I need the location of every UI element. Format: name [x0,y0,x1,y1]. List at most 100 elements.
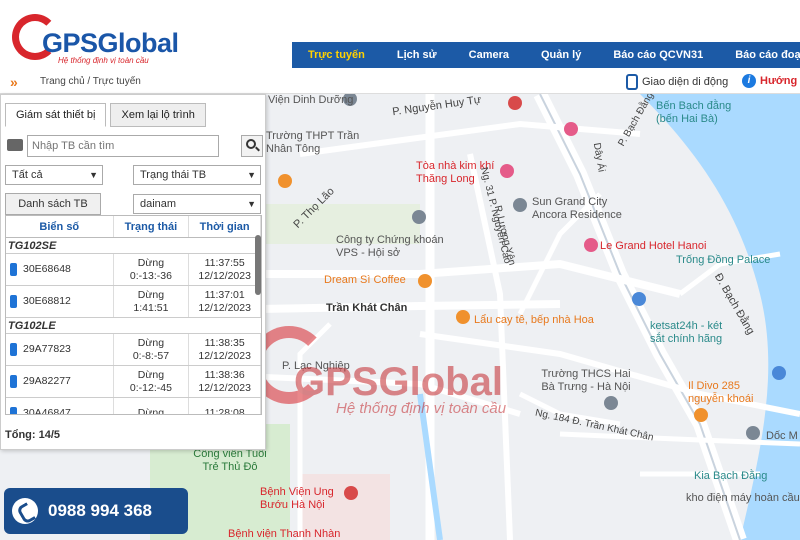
guide-link[interactable]: i Hướng [742,74,797,88]
map-label: P. Lạc Nghiệp [282,360,350,372]
plate-number: 30A46847 [23,407,71,415]
map-label: Bệnh Viện Ung Bướu Hà Nội [260,486,334,511]
map-pin-icon[interactable] [746,426,760,440]
time-text: 11:28:08 [204,407,245,415]
tab-route-replay[interactable]: Xem lại lộ trình [110,103,206,127]
column-header-plate[interactable]: Biển số [6,216,114,237]
column-header-status[interactable]: Trạng thái [114,216,190,237]
car-icon [7,139,23,151]
restaurant-icon[interactable] [278,174,292,188]
breadcrumb-bar: » Trang chủ / Trực tuyến Giao diện di độ… [0,70,800,94]
nav-report-qcvn31[interactable]: Báo cáo QCVN31 [597,42,719,68]
map-label: ketsat24h - két sắt chính hãng [650,320,723,345]
map-label: Sun Grand City Ancora Residence [532,196,622,221]
map-label: Dốc M [766,430,798,442]
time-text: 11:38:36 [204,368,245,381]
map-label: Dream Sì Coffee [324,274,406,286]
status-filter-value: Trạng thái TB [140,169,207,181]
guide-label: Hướng [760,75,798,87]
phone-icon [12,498,38,524]
column-header-time[interactable]: Thời gian [189,216,261,237]
status-text: Dừng [137,336,165,349]
truck-icon [10,295,17,308]
status-duration: 0:-12:-45 [129,381,172,394]
date-text: 12/12/2023 [198,269,251,282]
gpsglobal-logo[interactable]: GPSGlobal Hệ thống định vị toàn cầu [12,6,179,66]
map-label: kho điện máy hoàn cầu [686,492,800,504]
device-table: Biển số Trạng thái Thời gian TG102SE 30E… [5,215,262,415]
tab-device-monitoring[interactable]: Giám sát thiết bị [5,103,107,127]
map-label: Viện Dinh Dưỡng [268,94,354,106]
device-monitor-panel: Giám sát thiết bị Xem lại lộ trình Tất c… [0,94,266,450]
status-text: Dừng [137,368,165,381]
account-select[interactable]: dainam ▼ [133,194,261,214]
nav-report-segment[interactable]: Báo cáo đoạ [719,42,800,68]
school-icon[interactable] [604,396,618,410]
nav-management[interactable]: Quản lý [525,42,597,68]
nav-camera[interactable]: Camera [453,42,525,68]
shop-icon[interactable] [632,292,646,306]
table-row[interactable]: 29A77823 Dừng 0:-8:-57 11:38:35 12/12/2023 [6,334,261,366]
map-pin-icon[interactable] [412,210,426,224]
device-search-row [5,135,263,157]
table-row[interactable]: 29A82277 Dừng 0:-12:-45 11:38:36 12/12/202… [6,366,261,398]
search-button[interactable] [241,135,263,157]
group-filter-value: Tất cả [12,169,43,181]
time-text: 11:37:01 [204,288,245,301]
restaurant-icon[interactable] [694,408,708,422]
cafe-icon[interactable] [418,274,432,288]
mobile-ui-label: Giao diện di động [642,76,729,88]
table-header: Biển số Trạng thái Thời gian [6,216,261,238]
shop-icon[interactable] [772,366,786,380]
time-text: 11:37:55 [204,256,245,269]
map-label: Công ty Chứng khoán VPS - Hội sở [336,234,444,259]
restaurant-icon[interactable] [456,310,470,324]
group-filter-select[interactable]: Tất cả ▼ [5,165,103,185]
device-group-header[interactable]: TG102LE [6,318,261,334]
map-label: Trường THCS Hai Bà Trưng - Hà Nội [541,368,631,393]
chevron-down-icon: ▼ [247,170,256,180]
table-row[interactable]: 30E68648 Dừng 0:-13:-36 11:37:55 12/12/202… [6,254,261,286]
hotline-banner[interactable]: 0988 994 368 [4,488,188,534]
logo-tagline: Hệ thống định vị toàn cầu [58,56,149,65]
map-label: Kia Bạch Đằng [694,470,768,482]
table-row[interactable]: 30A46847 Dừng 11:28:08 [6,398,261,415]
nav-history[interactable]: Lịch sử [381,42,453,68]
time-text: 11:38:35 [204,336,245,349]
status-duration: 0:-8:-57 [132,349,170,362]
status-duration: 0:-13:-36 [129,269,172,282]
account-select-value: dainam [140,198,177,210]
hotel-icon[interactable] [500,164,514,178]
breadcrumb: Trang chủ / Trực tuyến [40,76,141,87]
hospital-icon[interactable] [508,96,522,110]
map-pin-icon[interactable] [513,198,527,212]
truck-icon [10,407,17,414]
date-text: 12/12/2023 [198,349,251,362]
logo-text: GPSGlobal [42,28,179,58]
double-chevron-right-icon[interactable]: » [10,74,18,90]
mobile-ui-link[interactable]: Giao diện di động [626,74,728,90]
hotline-number: 0988 994 368 [48,501,152,520]
table-scrollbar[interactable] [255,235,261,295]
plate-number: 29A82277 [23,375,71,387]
hotel-icon[interactable] [584,238,598,252]
date-text: 12/12/2023 [198,301,251,314]
device-search-input[interactable] [27,135,219,157]
device-list-button[interactable]: Danh sách TB [5,193,101,215]
map-label: Trống Đồng Palace [676,254,771,266]
map-label: Công viên Tuổi Trẻ Thủ Đô [193,448,267,473]
main-nav: Trực tuyến Lịch sử Camera Quản lý Báo cá… [292,42,800,68]
header: GPSGlobal Hệ thống định vị toàn cầu Trực… [0,0,800,70]
map-label: Lẩu cay tê, bếp nhà Hoa [474,314,594,326]
date-text: 12/12/2023 [198,381,251,394]
plate-number: 30E68648 [23,263,71,275]
nav-online[interactable]: Trực tuyến [292,42,381,68]
status-duration: 1:41:51 [133,301,169,314]
device-group-header[interactable]: TG102SE [6,238,261,254]
hotel-icon[interactable] [564,122,578,136]
mobile-phone-icon [626,74,638,90]
map-label: Bến Bạch đằng (bến Hai Bà) [656,100,732,125]
map-label: Trần Khát Chân [326,302,408,314]
table-row[interactable]: 30E68812 Dừng 1:41:51 11:37:01 12/12/2023 [6,286,261,318]
status-filter-select[interactable]: Trạng thái TB ▼ [133,165,261,185]
